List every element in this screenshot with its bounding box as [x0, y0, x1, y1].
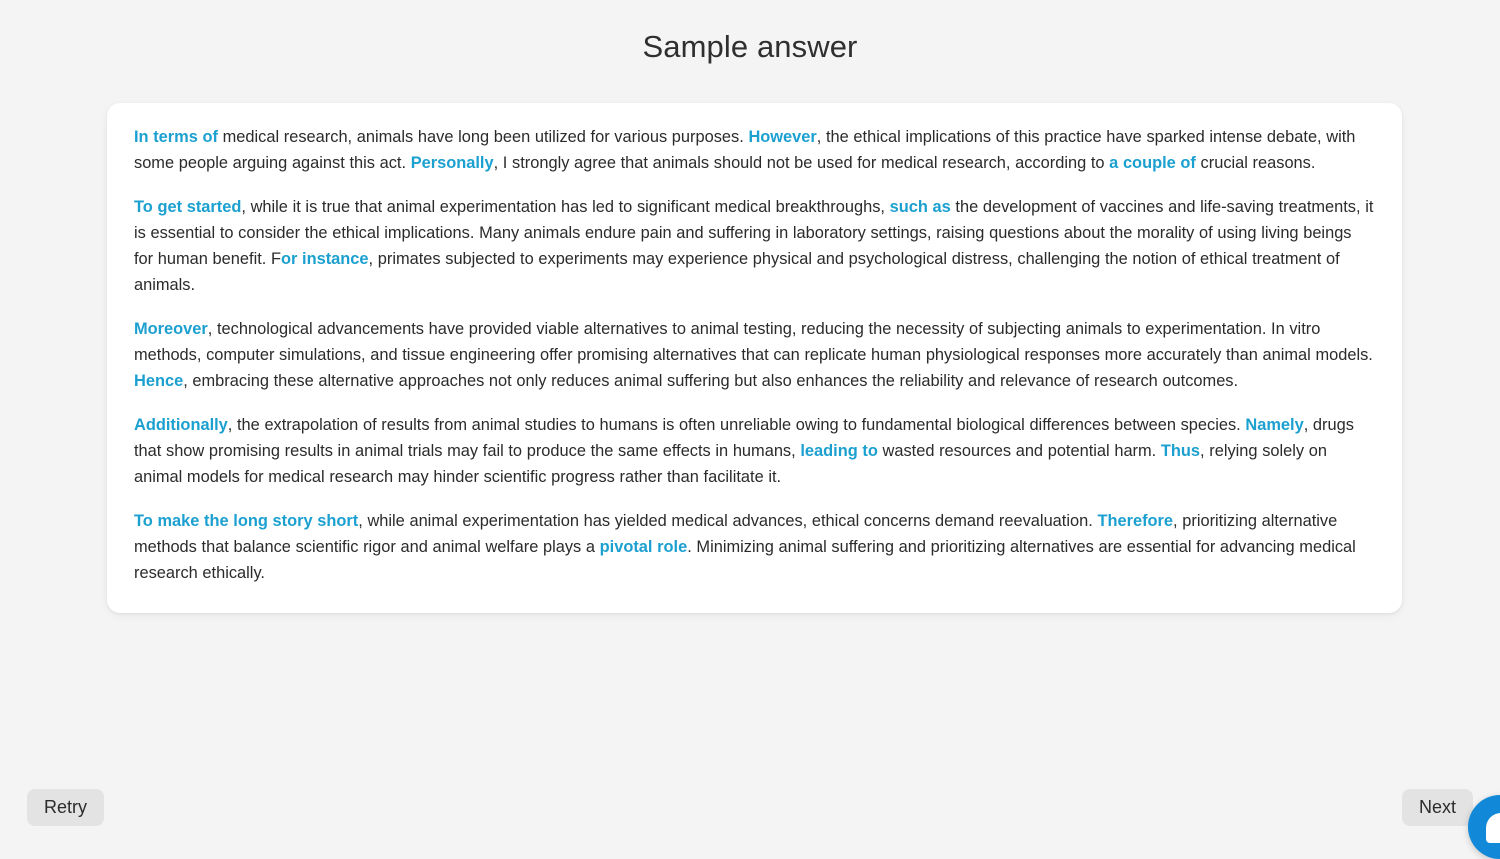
highlighted-phrase: leading to	[800, 442, 878, 461]
highlighted-phrase: a couple of	[1109, 153, 1196, 172]
highlighted-phrase: Namely	[1245, 416, 1304, 435]
highlighted-phrase: Moreover	[134, 320, 208, 339]
highlighted-phrase: pivotal role	[599, 538, 688, 557]
body-text: , the extrapolation of results from anim…	[227, 416, 1246, 435]
highlighted-phrase: To get started	[134, 198, 242, 217]
page-title: Sample answer	[642, 29, 858, 64]
highlighted-phrase: Thus	[1160, 442, 1201, 461]
next-button[interactable]: Next	[1401, 789, 1473, 826]
paragraph-2: To get started, while it is true that an…	[134, 195, 1375, 298]
highlighted-phrase: To make the long story short	[134, 512, 359, 531]
highlighted-phrase: Additionally	[134, 416, 228, 435]
paragraph-1: In terms of medical research, animals ha…	[134, 125, 1375, 176]
highlighted-phrase: or instance	[280, 249, 369, 268]
highlighted-phrase: Personally	[410, 153, 494, 172]
answer-body: In terms of medical research, animals ha…	[134, 125, 1375, 587]
paragraph-4: Additionally, the extrapolation of resul…	[134, 413, 1375, 490]
paragraph-3: Moreover, technological advancements hav…	[134, 317, 1375, 394]
body-text: , embracing these alternative approaches…	[183, 371, 1239, 390]
body-text: crucial reasons.	[1195, 153, 1316, 172]
body-text: , while it is true that animal experimen…	[241, 198, 890, 217]
paragraph-5: To make the long story short, while anim…	[134, 509, 1375, 586]
body-text: wasted resources and potential harm.	[877, 442, 1161, 461]
highlighted-phrase: such as	[889, 198, 951, 217]
body-text: , while animal experimentation has yield…	[358, 512, 1098, 531]
body-text: , technological advancements have provid…	[134, 320, 1373, 364]
highlighted-phrase: In terms of	[134, 128, 218, 146]
highlighted-phrase: However	[748, 128, 817, 146]
retry-button[interactable]: Retry	[27, 789, 105, 826]
highlighted-phrase: Hence	[134, 371, 184, 390]
highlighted-phrase: Therefore	[1097, 512, 1174, 531]
body-text: , I strongly agree that animals should n…	[493, 153, 1110, 172]
chat-bubble-inner-icon	[1486, 812, 1500, 843]
body-text: medical research, animals have long been…	[218, 128, 749, 146]
sample-answer-card: In terms of medical research, animals ha…	[107, 103, 1402, 613]
